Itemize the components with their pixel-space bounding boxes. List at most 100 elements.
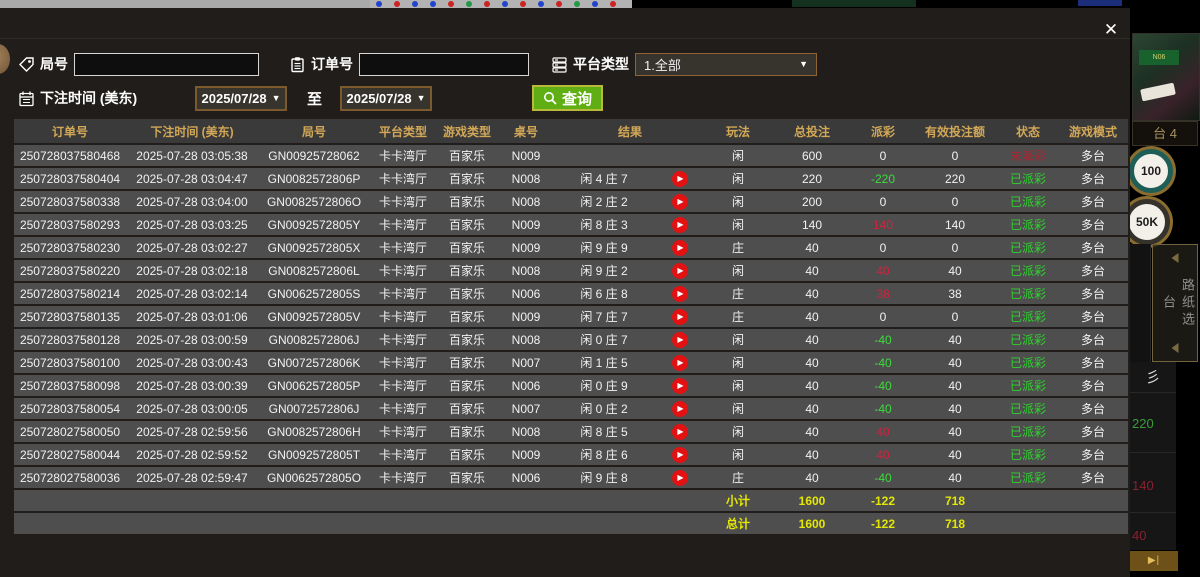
empty-cell <box>258 490 370 511</box>
replay-play-button[interactable]: ▶ <box>672 378 688 394</box>
valid-bet-cell: 40 <box>912 398 998 419</box>
replay-play-button[interactable]: ▶ <box>672 332 688 348</box>
total-bet-cell: 40 <box>770 421 854 442</box>
mode-cell: 多台 <box>1058 237 1128 258</box>
round-cell: GN0062572805P <box>258 375 370 396</box>
stat-number: 220 <box>1130 416 1176 431</box>
platform-label-group: 平台类型 <box>551 54 629 74</box>
side-cell: 闲 <box>706 329 770 350</box>
replay-play-button[interactable]: ▶ <box>672 286 688 302</box>
payout-cell: 38 <box>854 283 912 304</box>
round-cell: GN0082572806L <box>258 260 370 281</box>
valid-bet-cell: 140 <box>912 214 998 235</box>
mode-cell: 多台 <box>1058 145 1128 166</box>
valid-bet-cell: 40 <box>912 352 998 373</box>
tag-icon <box>18 56 35 73</box>
empty-cell <box>654 490 706 511</box>
side-cell: 闲 <box>706 260 770 281</box>
platform-cell: 卡卡湾厅 <box>370 191 436 212</box>
time-cell: 2025-07-28 03:00:59 <box>126 329 258 350</box>
replay-play-button[interactable]: ▶ <box>672 424 688 440</box>
empty-cell <box>126 490 258 511</box>
empty-cell <box>258 513 370 534</box>
replay-play-button[interactable]: ▶ <box>672 309 688 325</box>
round-input[interactable] <box>74 53 259 76</box>
game-type-cell: 百家乐 <box>436 398 498 419</box>
status-cell: 已派彩 <box>998 283 1058 304</box>
table-no-cell: N009 <box>498 444 554 465</box>
valid-bet-cell: 220 <box>912 168 998 189</box>
query-button[interactable]: 查询 <box>532 85 603 111</box>
valid-bet-cell: 40 <box>912 375 998 396</box>
game-type-cell: 百家乐 <box>436 421 498 442</box>
bead-dot <box>556 1 562 7</box>
calendar-icon <box>18 90 35 107</box>
empty-cell <box>554 513 654 534</box>
payout-cell: 0 <box>854 145 912 166</box>
order-input[interactable] <box>359 53 529 76</box>
total-bet-cell: 40 <box>770 283 854 304</box>
platform-cell: 卡卡湾厅 <box>370 444 436 465</box>
close-icon[interactable]: ✕ <box>1098 18 1124 42</box>
order-cell: 250728037580293 <box>14 214 126 235</box>
mode-cell: 多台 <box>1058 260 1128 281</box>
empty-cell <box>1058 490 1128 511</box>
replay-play-button[interactable]: ▶ <box>672 194 688 210</box>
table-no-cell: N006 <box>498 283 554 304</box>
payout-cell: -40 <box>854 375 912 396</box>
side-cell: 闲 <box>706 375 770 396</box>
order-cell: 250728037580404 <box>14 168 126 189</box>
date-to-picker[interactable]: 2025/07/28 ▼ <box>340 86 432 111</box>
road-select-label: 路纸选台 <box>1153 271 1197 335</box>
replay-cell: ▶ <box>654 467 706 488</box>
bet-records-modal: ✕ 局号 订单号 <box>0 8 1130 577</box>
status-cell: 已派彩 <box>998 191 1058 212</box>
platform-cell: 卡卡湾厅 <box>370 375 436 396</box>
status-cell: 已派彩 <box>998 306 1058 327</box>
mode-cell: 多台 <box>1058 214 1128 235</box>
platform-cell: 卡卡湾厅 <box>370 283 436 304</box>
bet-time-label: 下注时间 (美东) <box>40 88 137 108</box>
round-cell: GN0082572806P <box>258 168 370 189</box>
replay-play-button[interactable]: ▶ <box>672 217 688 233</box>
order-cell: 250728037580338 <box>14 191 126 212</box>
result-cell: 闲 9 庄 9 <box>554 237 654 258</box>
platform-select[interactable]: 1.全部 ▼ <box>635 53 817 76</box>
total-bet-cell: 40 <box>770 329 854 350</box>
summary-valid-bet: 718 <box>912 513 998 534</box>
table-no-cell: N009 <box>498 145 554 166</box>
replay-play-button[interactable]: ▶ <box>672 171 688 187</box>
replay-cell: ▶ <box>654 306 706 327</box>
mode-cell: 多台 <box>1058 467 1128 488</box>
game-type-cell: 百家乐 <box>436 191 498 212</box>
total-bet-cell: 140 <box>770 214 854 235</box>
game-type-cell: 百家乐 <box>436 444 498 465</box>
table-no-cell: N009 <box>498 237 554 258</box>
chip-100: 100 <box>1129 149 1173 193</box>
replay-play-button[interactable]: ▶ <box>672 355 688 371</box>
replay-play-button[interactable]: ▶ <box>672 470 688 486</box>
replay-cell: ▶ <box>654 214 706 235</box>
date-from-picker[interactable]: 2025/07/28 ▼ <box>195 86 287 111</box>
replay-play-button[interactable]: ▶ <box>672 240 688 256</box>
total-bet-cell: 40 <box>770 306 854 327</box>
result-cell: 闲 9 庄 8 <box>554 467 654 488</box>
side-cell: 闲 <box>706 168 770 189</box>
side-cell: 庄 <box>706 237 770 258</box>
valid-bet-cell: 40 <box>912 444 998 465</box>
replay-play-button[interactable]: ▶ <box>672 447 688 463</box>
status-cell: 已派彩 <box>998 398 1058 419</box>
replay-play-button[interactable]: ▶ <box>672 263 688 279</box>
valid-bet-cell: 0 <box>912 145 998 166</box>
platform-cell: 卡卡湾厅 <box>370 467 436 488</box>
valid-bet-cell: 0 <box>912 191 998 212</box>
round-label-group: 局号 <box>18 54 68 74</box>
replay-play-button[interactable]: ▶ <box>672 401 688 417</box>
payout-cell: 0 <box>854 237 912 258</box>
time-cell: 2025-07-28 03:05:38 <box>126 145 258 166</box>
column-header: 游戏类型 <box>436 119 498 143</box>
side-cell: 闲 <box>706 444 770 465</box>
roadmap-grid <box>0 0 370 8</box>
time-cell: 2025-07-28 03:03:25 <box>126 214 258 235</box>
round-cell: GN0082572806J <box>258 329 370 350</box>
